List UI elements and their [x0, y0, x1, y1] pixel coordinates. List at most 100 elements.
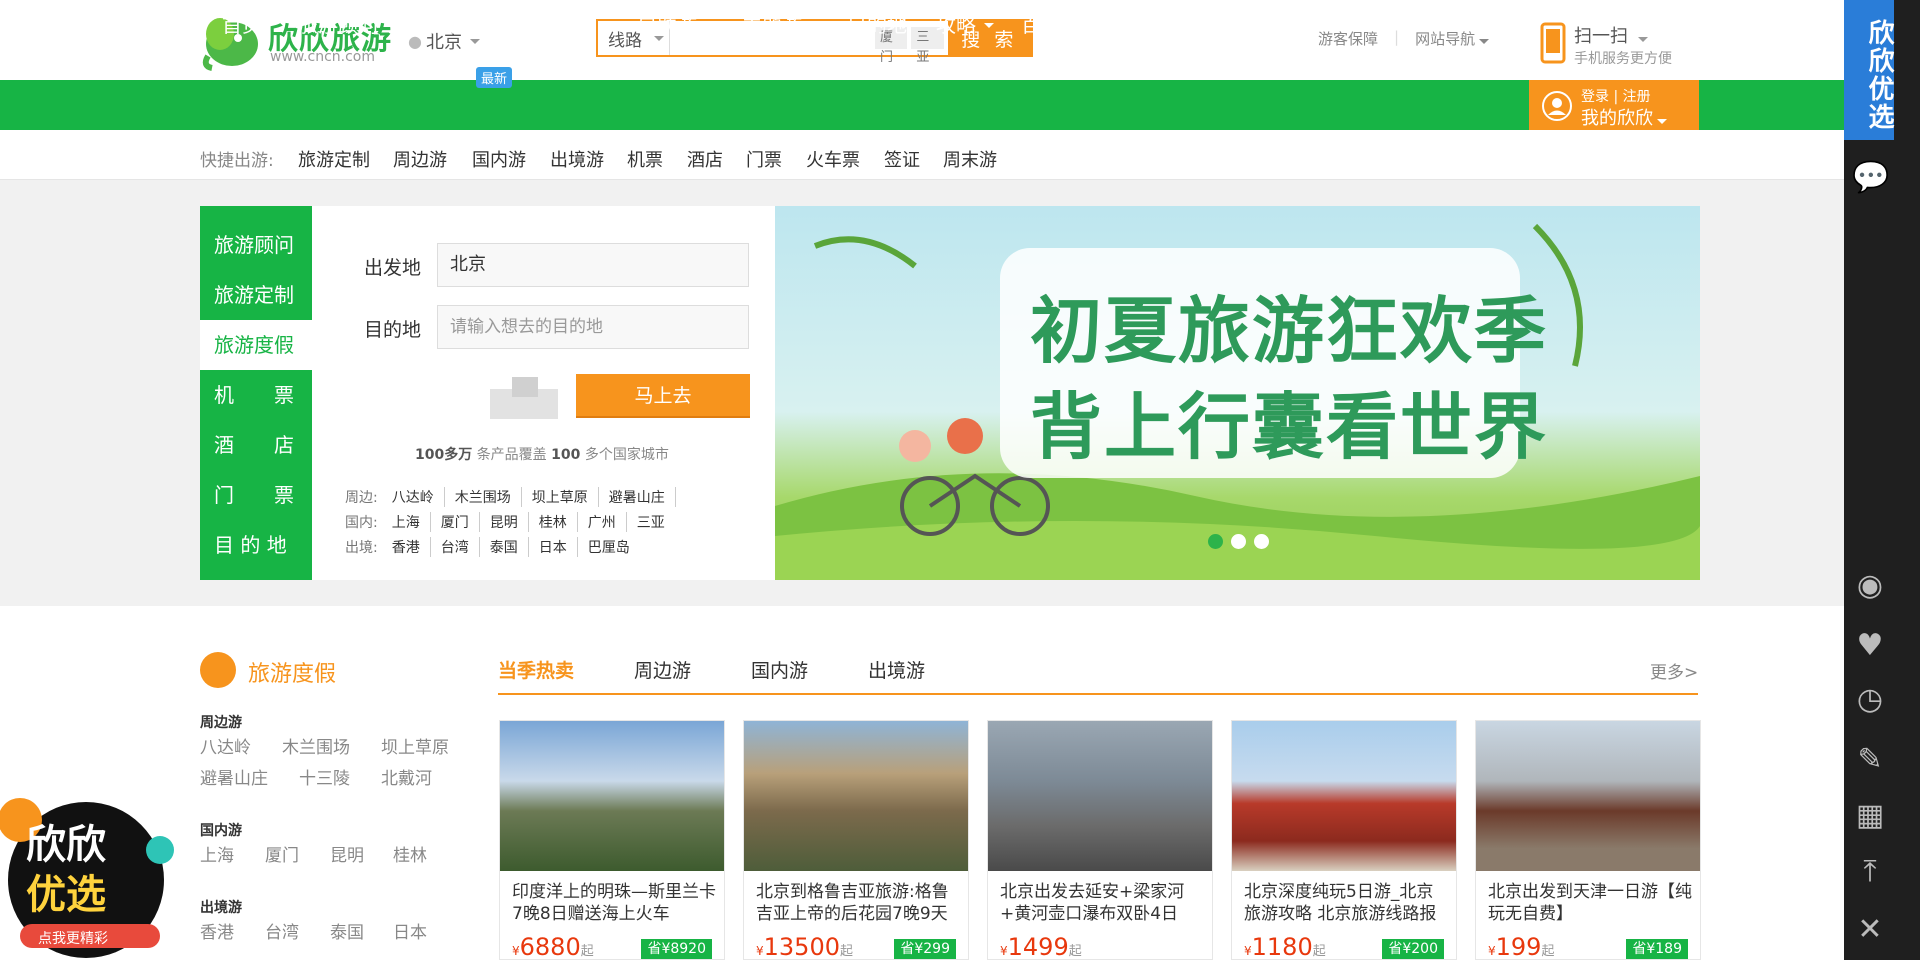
product-card[interactable]: 北京到格鲁吉亚旅游:格鲁吉亚上帝的后花园7晚9天 ¥13500起 省¥299 [743, 720, 969, 960]
carousel-dot[interactable] [1208, 534, 1223, 549]
more-link[interactable]: 更多> [1650, 658, 1698, 683]
go-button[interactable]: 马上去 [576, 374, 750, 418]
group-link[interactable]: 泰国 [330, 918, 364, 943]
group-link[interactable]: 北戴河 [381, 764, 432, 789]
chevron-down-icon [1637, 37, 1648, 42]
from-field[interactable]: 北京 [437, 243, 749, 287]
picks-promo-tab[interactable]: 欣欣优选 [1844, 0, 1894, 140]
quick-link[interactable]: 签证 [884, 146, 920, 172]
group-link[interactable]: 避暑山庄 [200, 764, 268, 789]
quick-link[interactable]: 周边游 [393, 146, 447, 172]
qrcode-icon[interactable]: ▦ [1852, 798, 1888, 834]
group-link[interactable]: 桂林 [393, 841, 427, 866]
sidebar-item-hotels[interactable]: 酒 店 [200, 420, 312, 470]
dest-link[interactable]: 避暑山庄 [599, 487, 676, 507]
group-link[interactable]: 昆明 [330, 841, 364, 866]
product-card[interactable]: 北京出发去延安+梁家河+黄河壶口瀑布双卧4日 ¥1499起 [987, 720, 1213, 960]
group-link[interactable]: 台湾 [265, 918, 299, 943]
dest-link[interactable]: 昆明 [480, 512, 529, 532]
close-icon[interactable]: ✕ [1852, 912, 1888, 948]
group-link[interactable]: 厦门 [265, 841, 299, 866]
pencil-icon[interactable]: ✎ [1852, 742, 1888, 778]
nav-picks[interactable]: 欣欣优选 [423, 0, 503, 50]
tab-outbound[interactable]: 出境游 [868, 656, 925, 683]
carousel-dot[interactable] [1254, 534, 1269, 549]
destination-field[interactable]: 请输入想去的目的地 [437, 305, 749, 349]
quick-link[interactable]: 机票 [627, 146, 663, 172]
tab-domestic[interactable]: 国内游 [751, 656, 808, 683]
nav-guides[interactable]: 攻略 [936, 0, 994, 50]
dest-link[interactable]: 巴厘岛 [578, 537, 640, 557]
nav-label: 跟团游 [532, 13, 592, 37]
dest-link[interactable]: 三亚 [627, 512, 675, 532]
group-link[interactable]: 木兰围场 [282, 733, 350, 758]
user-icon[interactable]: ◉ [1852, 568, 1888, 604]
dest-link[interactable]: 厦门 [431, 512, 480, 532]
heart-icon[interactable]: ♥ [1852, 628, 1888, 664]
group-link[interactable]: 日本 [393, 918, 427, 943]
dest-link[interactable]: 八达岭 [382, 487, 445, 507]
to-label: 目的地 [364, 319, 422, 341]
hero-title-line2: 背上行囊看世界 [1030, 385, 1549, 469]
dest-link[interactable]: 日本 [529, 537, 578, 557]
quick-link[interactable]: 国内游 [472, 146, 526, 172]
login-link[interactable]: 登录 [1581, 89, 1609, 105]
dest-link[interactable]: 香港 [382, 537, 431, 557]
login-panel[interactable]: 登录 | 注册 我的欣欣 [1529, 80, 1699, 130]
sidebar-item-tickets[interactable]: 门 票 [200, 470, 312, 520]
sidebar-item-destination[interactable]: 目 的 地 [200, 520, 312, 570]
nav-destination[interactable]: 目的地 [847, 0, 907, 50]
quick-link[interactable]: 周末游 [943, 146, 997, 172]
group-link[interactable]: 香港 [200, 918, 234, 943]
nav-group-tour[interactable]: 跟团游 [532, 0, 610, 50]
phone-icon [1540, 22, 1566, 64]
quick-link[interactable]: 旅游定制 [298, 146, 370, 172]
carousel-dot[interactable] [1231, 534, 1246, 549]
dest-link[interactable]: 泰国 [480, 537, 529, 557]
tab-nearby[interactable]: 周边游 [634, 656, 691, 683]
link-guarantee[interactable]: 游客保障 [1318, 28, 1378, 49]
sidebar-item-custom[interactable]: 旅游定制 [200, 270, 312, 320]
group-link[interactable]: 八达岭 [200, 733, 251, 758]
nav-toolbox[interactable]: 百宝箱 [1021, 0, 1099, 50]
group-link[interactable]: 十三陵 [299, 764, 350, 789]
link-site-nav[interactable]: 网站导航 [1415, 28, 1490, 49]
quick-link[interactable]: 酒店 [687, 146, 723, 172]
clock-icon[interactable]: ◷ [1852, 682, 1888, 718]
nav-self-tour[interactable]: 自助游 [637, 0, 715, 50]
nav-advisor[interactable]: 旅游顾问 [298, 0, 396, 50]
product-card[interactable]: 印度洋上的明珠—斯里兰卡7晚8日赠送海上火车 ¥6880起 省¥8920 [499, 720, 725, 960]
wechat-icon[interactable]: 💬 [1852, 160, 1889, 196]
dest-link[interactable]: 台湾 [431, 537, 480, 557]
nav-home[interactable]: 首页 [222, 0, 262, 50]
sidebar-item-vacation[interactable]: 旅游度假 [200, 320, 312, 370]
back-to-top-icon[interactable]: ⤒ [1852, 854, 1888, 890]
group-link[interactable]: 坝上草原 [381, 733, 449, 758]
top-links: 游客保障 | 网站导航 [1318, 28, 1490, 49]
from-label: 出发地 [364, 257, 422, 279]
dest-link[interactable]: 桂林 [529, 512, 578, 532]
quick-link[interactable]: 出境游 [550, 146, 604, 172]
dest-link[interactable]: 广州 [578, 512, 627, 532]
product-card[interactable]: 北京出发到天津一日游【纯玩无自费】 ¥199起 省¥189 [1475, 720, 1701, 960]
product-price: 6880 [519, 933, 581, 960]
dest-link[interactable]: 上海 [382, 512, 431, 532]
nav-theme-tour[interactable]: 主题游 [742, 0, 820, 50]
product-price: 199 [1495, 933, 1542, 960]
dest-link[interactable]: 木兰围场 [445, 487, 522, 507]
dest-link[interactable]: 坝上草原 [522, 487, 599, 507]
group-link[interactable]: 上海 [200, 841, 234, 866]
quick-link[interactable]: 火车票 [806, 146, 860, 172]
quick-link[interactable]: 门票 [746, 146, 782, 172]
register-link[interactable]: 注册 [1623, 89, 1651, 105]
floating-promo[interactable]: 欣欣 优选 点我更精彩 [0, 790, 175, 960]
sidebar-item-flights[interactable]: 机 票 [200, 370, 312, 420]
tab-hot[interactable]: 当季热卖 [498, 656, 574, 683]
group-title: 周边游 [200, 715, 242, 731]
save-badge: 省¥8920 [641, 939, 712, 959]
tab-underline [498, 693, 1698, 695]
mobile-scan[interactable]: 扫一扫 手机服务更方便 [1540, 22, 1672, 68]
section-title: 旅游度假 [248, 662, 337, 687]
product-card[interactable]: 北京深度纯玩5日游_北京旅游攻略 北京旅游线路报 ¥1180起 省¥200 [1231, 720, 1457, 960]
sidebar-item-advisor[interactable]: 旅游顾问 [200, 220, 312, 270]
